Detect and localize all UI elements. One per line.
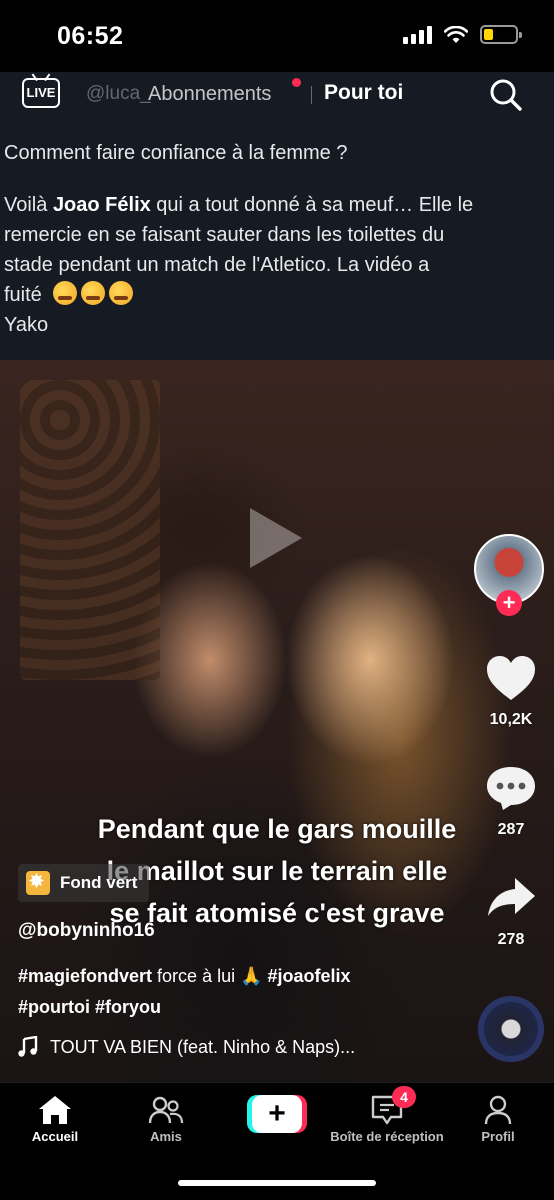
post-description: #magiefondvert force à lui 🙏 #joaofelix (18, 966, 351, 987)
tab-profile[interactable]: Profil (433, 1091, 554, 1144)
effect-sparkle-icon (26, 871, 50, 895)
search-icon[interactable] (489, 78, 523, 112)
firewood-background (20, 380, 160, 680)
creator-avatar-button[interactable]: + (474, 534, 546, 616)
like-count: 10,2K (489, 711, 533, 728)
profile-icon (484, 1095, 512, 1125)
music-disc-icon[interactable] (478, 996, 544, 1062)
wifi-icon (444, 25, 468, 43)
tab-divider (311, 86, 312, 104)
post-hashtags[interactable]: #pourtoi #foryou (18, 997, 161, 1018)
sneezing-face-emoji-icon (108, 281, 133, 305)
tweet-line: Comment faire confiance à la femme ? (4, 142, 348, 164)
music-row[interactable]: TOUT VA BIEN (feat. Ninho & Naps)... (18, 1036, 355, 1058)
effect-tag[interactable]: Fond vert (18, 864, 150, 902)
follow-plus-button[interactable]: + (496, 590, 522, 616)
top-nav: LIVE @luca_ Abonnements Pour toi (0, 72, 554, 122)
share-arrow-icon[interactable] (485, 874, 537, 922)
battery-icon (480, 25, 522, 44)
sneezing-face-emoji-icon (80, 281, 105, 305)
heart-icon[interactable] (485, 654, 537, 702)
inbox-badge: 4 (392, 1086, 416, 1108)
comment-icon[interactable] (485, 764, 537, 812)
tweet-line: Yako (4, 314, 49, 336)
like-button[interactable]: 10,2K (476, 654, 546, 729)
friends-icon (148, 1096, 184, 1124)
share-count: 278 (497, 931, 525, 948)
tweet-line: remercie en se faisant sauter dans les t… (4, 224, 445, 246)
status-icons (403, 25, 522, 44)
comment-count: 287 (497, 821, 525, 838)
creator-username[interactable]: @bobyninho16 (18, 920, 155, 942)
ghost-handle-text: @luca_ (86, 83, 151, 104)
live-icon[interactable]: LIVE (22, 78, 60, 108)
music-note-icon (18, 1036, 38, 1057)
hashtag-link[interactable]: #joaofelix (268, 966, 351, 986)
tweet-line: Voilà Joao Félix qui a tout donné à sa m… (4, 194, 474, 216)
tab-following[interactable]: Abonnements (148, 83, 271, 106)
status-bar: 06:52 (0, 0, 554, 72)
tweet-bold-name: Joao Félix (52, 194, 151, 216)
battery-level (484, 29, 493, 40)
plus-icon: + (252, 1095, 302, 1133)
clock: 06:52 (57, 22, 124, 50)
music-title: TOUT VA BIEN (feat. Ninho & Naps)... (50, 1036, 356, 1057)
description-text: force à lui 🙏 (152, 966, 268, 986)
notification-dot (292, 78, 301, 87)
comment-button[interactable]: 287 (476, 764, 546, 839)
tab-label: Amis (150, 1129, 182, 1144)
sneezing-face-emoji-icon (52, 281, 77, 305)
tab-for-you[interactable]: Pour toi (324, 81, 403, 105)
tweet-line: stade pendant un match de l'Atletico. La… (4, 254, 430, 276)
effect-label: Fond vert (60, 873, 138, 892)
hashtag-link[interactable]: #magiefondvert (18, 966, 152, 986)
home-icon (39, 1096, 71, 1124)
video-caption-line: Pendant que le gars mouille (97, 814, 457, 844)
play-icon[interactable] (250, 508, 302, 568)
cellular-signal-icon (403, 25, 432, 44)
share-button[interactable]: 278 (476, 874, 546, 949)
home-indicator (178, 1180, 376, 1186)
create-button[interactable]: + (247, 1095, 307, 1133)
tab-label: Profil (481, 1129, 515, 1144)
tab-friends[interactable]: Amis (101, 1091, 231, 1144)
tweet-line: fuité (4, 280, 550, 310)
